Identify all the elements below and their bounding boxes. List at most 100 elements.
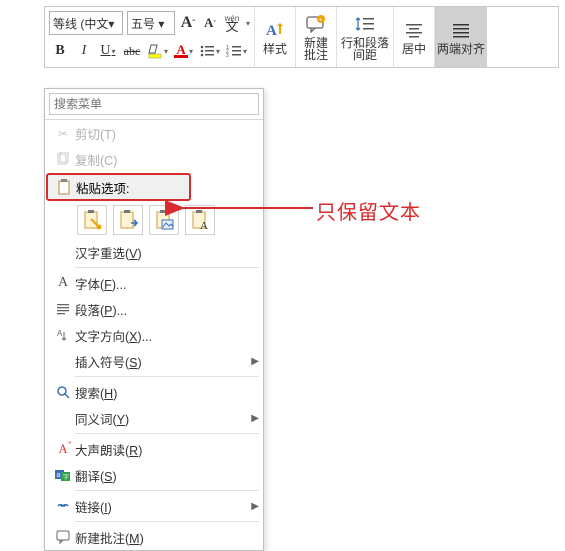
menu-copy-label: 复制(C) [75,150,259,169]
font-size-combo[interactable]: 五号 ▾ [127,11,175,35]
menu-search-row [45,89,263,120]
font-label: 字体(F)... [75,274,259,293]
comment-icon: + [305,13,327,35]
menu-read-aloud[interactable]: A” 大声朗读(R) [45,436,263,462]
svg-text:A: A [266,23,277,39]
comment-icon [51,530,75,544]
paste-icon [52,179,76,195]
paste-keep-source[interactable] [77,205,107,235]
separator [75,433,259,434]
ribbon: 等线 (中文▾ 五号 ▾ Aˆ Aˇ wén 文 ▾ B I U▾ abc ▾ … [44,6,559,68]
new-comment-menu-label: 新建批注(M) [75,528,259,547]
justify-label: 两端对齐 [437,43,485,55]
paste-options-header: 粘贴选项: [46,173,191,201]
new-comment-button[interactable]: + 新建批注 [296,7,337,67]
clipboard-picture-icon [153,209,175,231]
line-spacing-icon [354,13,376,35]
paragraph-label: 段落(P)... [75,300,259,319]
menu-synonyms[interactable]: 同义词(Y) ▶ [45,405,263,431]
highlight-button[interactable]: ▾ [147,40,168,62]
copy-icon [51,152,75,166]
numbering-icon: 123 [226,44,242,58]
italic-button[interactable]: I [75,40,93,62]
paste-text-only[interactable]: A [185,205,215,235]
styles-label: 样式 [263,43,287,55]
clipboard-brush-icon [81,209,103,231]
text-direction-icon: A [51,328,75,342]
svg-text:+: + [319,17,323,24]
new-comment-label: 新建批注 [304,37,328,61]
font-row-2: B I U▾ abc ▾ A▾ ▾ 123▾ [49,37,250,65]
menu-insert-symbol[interactable]: 插入符号(S) ▶ [45,348,263,374]
highlight-icon [147,43,163,59]
translate-label: 翻译(S) [75,466,259,485]
annotation-text: 只保留文本 [316,196,421,225]
chevron-right-icon: ▶ [251,501,259,512]
menu-text-direction[interactable]: A 文字方向(X)... [45,322,263,348]
center-icon [404,19,424,41]
svg-text:a: a [57,472,61,479]
line-spacing-label: 行和段落间距 [341,37,389,61]
grow-font-button[interactable]: Aˆ [179,12,197,34]
hanzi-label: 汉字重选(V) [75,243,259,262]
link-icon [51,500,75,512]
menu-search[interactable]: 搜索(H) [45,379,263,405]
bold-button[interactable]: B [51,40,69,62]
read-aloud-icon: A” [51,442,75,457]
paste-as-picture[interactable] [149,205,179,235]
menu-cut-label: 剪切(T) [75,124,259,143]
phonetic-guide-button[interactable]: wén 文 [223,12,241,34]
center-align-button[interactable]: 居中 [394,7,435,67]
text-direction-label: 文字方向(X)... [75,326,259,345]
insert-symbol-label: 插入符号(S) [75,352,251,371]
link-label: 链接(I) [75,497,251,516]
bullets-icon [199,44,215,58]
menu-paragraph[interactable]: 段落(P)... [45,296,263,322]
numbering-button[interactable]: 123▾ [226,40,247,62]
paste-header-label: 粘贴选项: [76,178,129,197]
justify-button[interactable]: 两端对齐 [435,7,487,67]
separator [75,376,259,377]
scissors-icon: ✂ [51,126,75,141]
menu-hanzi-reselect[interactable]: 汉字重选(V) [45,239,263,265]
shrink-font-button[interactable]: Aˇ [201,12,219,34]
font-name-combo[interactable]: 等线 (中文▾ [49,11,123,35]
font-row-1: 等线 (中文▾ 五号 ▾ Aˆ Aˇ wén 文 ▾ [49,9,250,37]
dropdown-caret-icon[interactable]: ▾ [246,19,250,28]
svg-text:字: 字 [63,473,69,481]
styles-button[interactable]: A 样式 [255,7,296,67]
search-icon [51,385,75,399]
strikethrough-button[interactable]: abc [123,40,141,62]
justify-icon [451,19,471,41]
clipboard-arrow-icon [117,209,139,231]
menu-cut: ✂ 剪切(T) [45,120,263,146]
paste-options-row: A [45,201,263,239]
separator [75,267,259,268]
font-group: 等线 (中文▾ 五号 ▾ Aˆ Aˇ wén 文 ▾ B I U▾ abc ▾ … [45,7,255,67]
center-label: 居中 [402,43,426,55]
font-a-icon: A [51,275,75,291]
paste-merge-format[interactable] [113,205,143,235]
bullets-button[interactable]: ▾ [199,40,220,62]
search-label: 搜索(H) [75,383,259,402]
menu-search-input[interactable] [49,93,259,115]
separator [75,521,259,522]
separator [75,490,259,491]
clipboard-text-icon: A [189,209,211,231]
font-color-button[interactable]: A▾ [174,40,193,62]
line-spacing-button[interactable]: 行和段落间距 [337,7,394,67]
read-aloud-label: 大声朗读(R) [75,440,259,459]
menu-link[interactable]: 链接(I) ▶ [45,493,263,519]
chevron-right-icon: ▶ [251,356,259,367]
svg-text:A: A [57,329,63,338]
paragraph-icon [51,302,75,316]
underline-button[interactable]: U▾ [99,40,117,62]
svg-text:3: 3 [226,53,229,58]
synonyms-label: 同义词(Y) [75,409,251,428]
chevron-right-icon: ▶ [251,413,259,424]
menu-font[interactable]: A 字体(F)... [45,270,263,296]
context-menu: ✂ 剪切(T) 复制(C) 粘贴选项: A 汉字重选(V) A 字体 [44,88,264,551]
menu-new-comment[interactable]: 新建批注(M) [45,524,263,550]
menu-copy: 复制(C) [45,146,263,172]
menu-translate[interactable]: a字 翻译(S) [45,462,263,488]
